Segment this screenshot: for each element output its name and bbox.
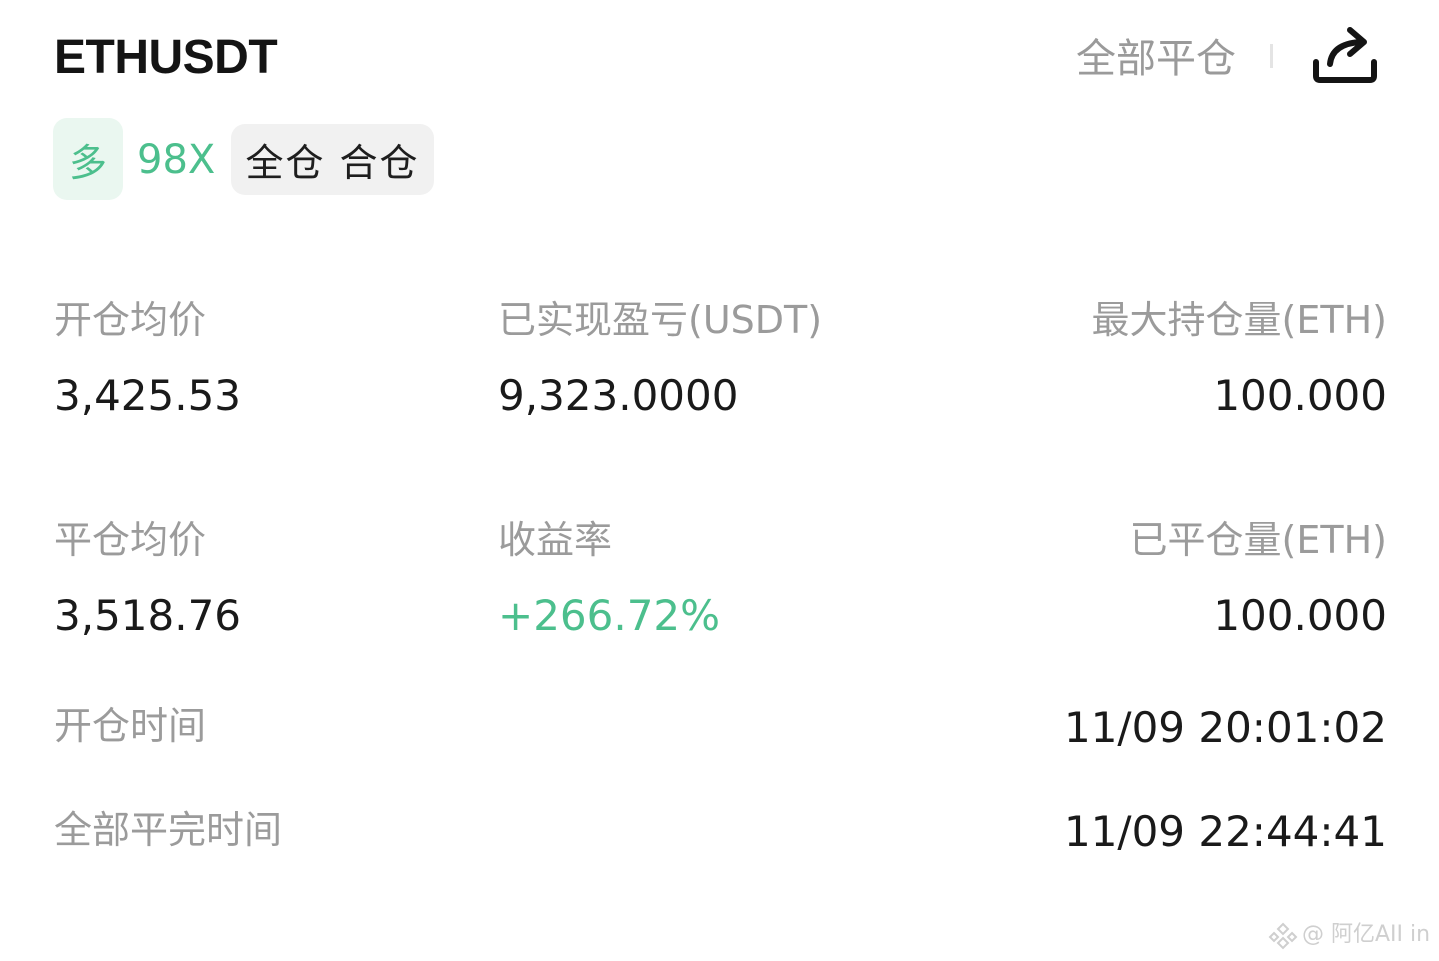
margin-mode-label: 全仓 合仓 <box>245 141 420 185</box>
closed-amount-label: 已平仓量(ETH) <box>1129 518 1387 562</box>
close-all-button[interactable]: 全部平仓 <box>1076 34 1236 84</box>
header-divider <box>1270 44 1273 68</box>
max-position-value: 100.000 <box>1213 371 1387 420</box>
watermark-text: @ 阿亿AII in <box>1302 922 1431 947</box>
direction-tag: 多 <box>53 118 123 200</box>
share-icon <box>1313 27 1377 83</box>
close-avg-price-value: 3,518.76 <box>54 591 242 640</box>
realized-pnl-value: 9,323.0000 <box>498 371 739 420</box>
share-button[interactable] <box>1310 22 1380 86</box>
open-time-label: 开仓时间 <box>54 704 207 748</box>
leverage-label: 98X <box>137 137 216 183</box>
close-all-time-value: 11/09 22:44:41 <box>1063 807 1387 856</box>
direction-label: 多 <box>68 140 107 185</box>
symbol-title: ETHUSDT <box>54 31 278 84</box>
realized-pnl-label: 已实现盈亏(USDT) <box>498 298 823 342</box>
closed-amount-value: 100.000 <box>1213 591 1387 640</box>
watermark: @ 阿亿AII in <box>1268 918 1430 952</box>
max-position-label: 最大持仓量(ETH) <box>1091 298 1387 342</box>
binance-square-icon <box>1268 922 1298 950</box>
open-avg-price-label: 开仓均价 <box>54 298 207 342</box>
open-time-value: 11/09 20:01:02 <box>1063 703 1387 752</box>
return-rate-value: +266.72% <box>498 591 721 640</box>
close-all-time-label: 全部平完时间 <box>54 808 283 852</box>
return-rate-label: 收益率 <box>498 518 613 562</box>
margin-mode-tag: 全仓 合仓 <box>231 124 434 195</box>
open-avg-price-value: 3,425.53 <box>54 371 242 420</box>
close-avg-price-label: 平仓均价 <box>54 518 207 562</box>
